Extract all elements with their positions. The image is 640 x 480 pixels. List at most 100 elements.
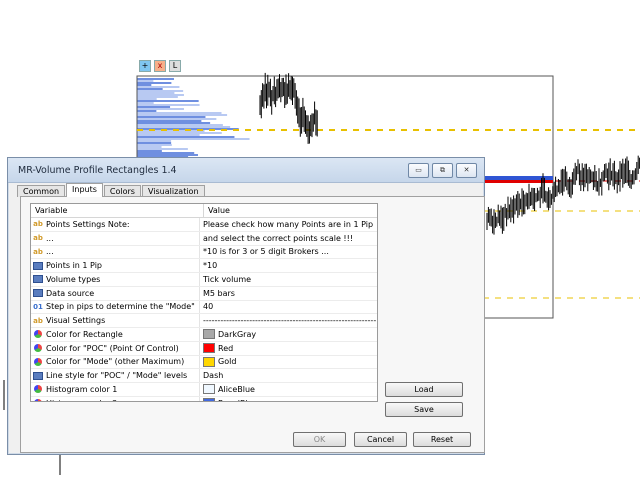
value-cell[interactable]: Please check how many Points are in 1 Pi…: [200, 218, 377, 231]
variable-name: Step in pips to determine the "Mode": [46, 302, 195, 312]
column-header-variable[interactable]: Variable: [31, 204, 204, 217]
variable-value: Dash: [203, 371, 224, 381]
variable-cell: ab Points Settings Note:: [31, 218, 200, 231]
table-row[interactable]: Color for "Mode" (other Maximum) Gold: [31, 355, 377, 370]
histogram-bar: [137, 94, 184, 96]
value-cell[interactable]: RoyalBlue: [200, 397, 377, 401]
value-cell[interactable]: *10 is for 3 or 5 digit Brokers ...: [200, 246, 377, 259]
variable-value: 40: [203, 302, 214, 312]
variable-cell: Data source: [31, 286, 200, 300]
variable-cell: ab Visual Settings: [31, 314, 200, 327]
value-cell[interactable]: 40: [200, 301, 377, 314]
table-row[interactable]: Volume types Tick volume: [31, 273, 377, 287]
value-cell[interactable]: Tick volume: [200, 273, 377, 286]
color-type-icon: [33, 344, 43, 353]
color-type-icon: [33, 399, 43, 401]
histogram-bar: [137, 88, 163, 90]
histogram-bar: [137, 104, 200, 106]
cancel-button[interactable]: Cancel: [354, 432, 407, 447]
variable-cell: Color for Rectangle: [31, 328, 200, 341]
color-swatch: [203, 384, 215, 395]
table-row[interactable]: Color for "POC" (Point Of Control) Red: [31, 341, 377, 356]
variable-cell: 01 Step in pips to determine the "Mode": [31, 300, 200, 314]
restore-icon[interactable]: ⧉: [432, 162, 453, 178]
table-row[interactable]: Data source M5 bars: [31, 286, 377, 301]
value-cell[interactable]: Red: [200, 342, 377, 355]
variable-name: Volume types: [46, 274, 101, 284]
value-cell[interactable]: AliceBlue: [200, 383, 377, 396]
value-cell[interactable]: and select the correct points scale !!!: [200, 232, 377, 245]
histogram-bar: [137, 106, 171, 108]
save-button[interactable]: Save: [385, 402, 463, 417]
rectangle-toolbar: + x L: [139, 60, 181, 72]
histogram-bar: [137, 96, 178, 98]
variable-name: ...: [46, 233, 54, 243]
dialog-titlebar[interactable]: MR-Volume Profile Rectangles 1.4 ▭ ⧉ ✕: [8, 158, 484, 183]
enum-type-icon: 01: [33, 302, 43, 311]
value-cell[interactable]: *10: [200, 259, 377, 272]
table-row[interactable]: Histogram color 1 AliceBlue: [31, 383, 377, 397]
variable-name: Line style for "POC" / "Mode" levels: [46, 371, 188, 381]
label-icon[interactable]: L: [169, 60, 181, 72]
histogram-bar: [137, 82, 172, 84]
variable-value: *10: [203, 261, 218, 271]
variable-name: Data source: [46, 288, 95, 298]
value-cell[interactable]: Gold: [200, 356, 377, 369]
color-swatch: [203, 329, 215, 340]
variable-cell: ab...: [31, 231, 200, 245]
load-button[interactable]: Load: [385, 382, 463, 397]
string-type-icon: ab: [33, 247, 43, 256]
add-icon[interactable]: +: [139, 60, 151, 72]
histogram-bar: [137, 78, 174, 80]
table-row[interactable]: 01 Step in pips to determine the "Mode" 40: [31, 300, 377, 315]
reset-button[interactable]: Reset: [413, 432, 471, 447]
table-row[interactable]: ab Visual Settings -----------------------…: [31, 314, 377, 328]
variable-cell: Color for "Mode" (other Maximum): [31, 355, 200, 369]
minimize-icon[interactable]: ▭: [408, 162, 429, 178]
histogram-bar: [137, 84, 152, 86]
variable-value: *10 is for 3 or 5 digit Brokers ...: [203, 247, 329, 257]
histogram-bar: [137, 98, 157, 100]
variable-value: M5 bars: [203, 288, 235, 298]
value-cell[interactable]: ----------------------------------------…: [200, 314, 377, 327]
variable-value: Please check how many Points are in 1 Pi…: [203, 219, 374, 229]
table-row[interactable]: Line style for "POC" / "Mode" levels Dash: [31, 369, 377, 383]
ok-button[interactable]: OK: [293, 432, 346, 447]
close-window-icon[interactable]: ✕: [456, 162, 477, 178]
tab-bar: Common Inputs Colors Visualization: [17, 183, 206, 197]
table-header: Variable Value: [31, 204, 377, 218]
table-row[interactable]: ab... and select the correct points scale…: [31, 231, 377, 246]
variable-cell: Volume types: [31, 273, 200, 286]
value-cell[interactable]: Dash: [200, 369, 377, 382]
tab-inputs[interactable]: Inputs: [66, 183, 103, 197]
histogram-bar: [137, 110, 157, 112]
histogram-bar: [137, 116, 206, 118]
value-cell[interactable]: DarkGray: [200, 328, 377, 341]
variable-value: ----------------------------------------…: [203, 316, 377, 326]
variable-cell: Histogram color 1: [31, 383, 200, 396]
value-cell[interactable]: M5 bars: [200, 287, 377, 300]
variable-cell: Histogram color 2: [31, 396, 200, 401]
variable-value: AliceBlue: [218, 384, 255, 394]
column-header-value[interactable]: Value: [204, 204, 377, 217]
variable-value: Gold: [218, 357, 237, 367]
variable-name: Color for "POC" (Point Of Control): [46, 343, 179, 353]
table-row[interactable]: Histogram color 2 RoyalBlue: [31, 396, 377, 401]
histogram-bar: [137, 150, 162, 152]
table-row[interactable]: Color for Rectangle DarkGray: [31, 328, 377, 342]
variable-cell: ab...: [31, 245, 200, 259]
indicator-properties-dialog: MR-Volume Profile Rectangles 1.4 ▭ ⧉ ✕ C…: [7, 157, 485, 455]
variable-cell: Color for "POC" (Point Of Control): [31, 341, 200, 355]
histogram-bar: [137, 80, 154, 82]
histogram-bar: [137, 90, 184, 92]
histogram-bar: [137, 152, 195, 154]
table-row[interactable]: ab... *10 is for 3 or 5 digit Brokers ...: [31, 245, 377, 260]
table-row[interactable]: ab Points Settings Note: Please check how …: [31, 218, 377, 232]
table-row[interactable]: Points in 1 Pip *10: [31, 259, 377, 273]
histogram-bar: [137, 114, 228, 116]
close-icon[interactable]: x: [154, 60, 166, 72]
variable-value: Red: [218, 343, 234, 353]
variable-name: ...: [46, 247, 54, 257]
variable-cell: Line style for "POC" / "Mode" levels: [31, 369, 200, 382]
histogram-bar: [137, 112, 222, 114]
